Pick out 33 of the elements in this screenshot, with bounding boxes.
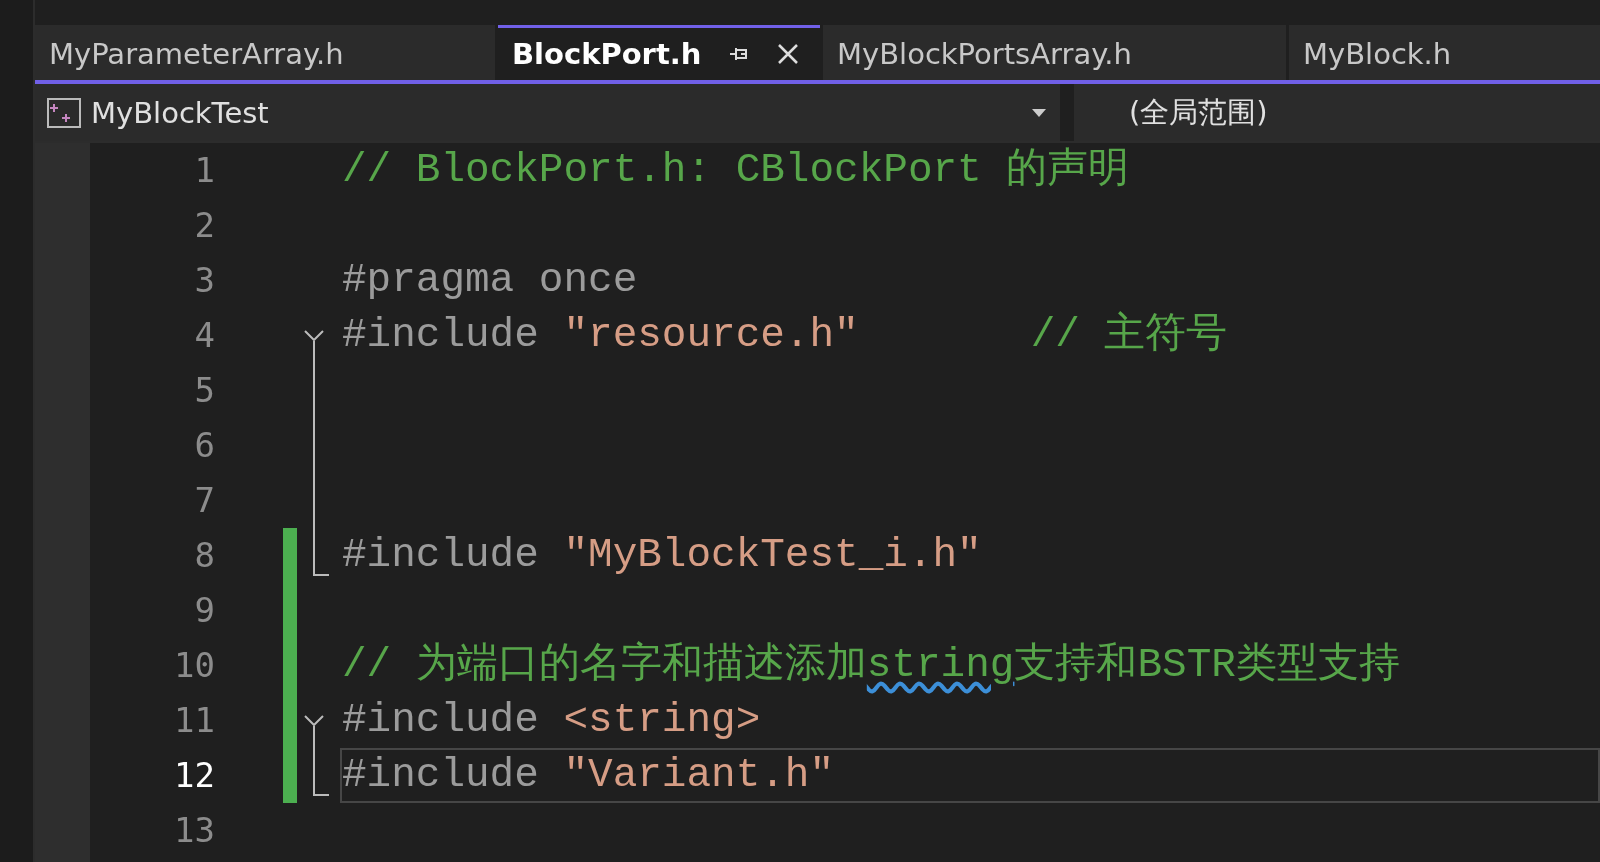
- scope-dropdown[interactable]: (全局范围): [1074, 84, 1600, 141]
- fold-chevron-icon[interactable]: [304, 715, 324, 726]
- line-number: 4: [193, 314, 215, 357]
- line-number: 10: [173, 644, 215, 687]
- fold-chevron-icon[interactable]: [304, 330, 324, 341]
- fold-end-line: [313, 528, 329, 576]
- fold-guide-line: [313, 726, 315, 748]
- code-line: #pragma once: [342, 257, 638, 303]
- line-number: 5: [193, 369, 215, 412]
- line-number: 11: [173, 699, 215, 742]
- project-icon: [47, 97, 81, 128]
- code-line: // 为端口的名字和描述添加string支持和BSTR类型支持: [342, 642, 1400, 688]
- fold-end-line: [313, 748, 329, 796]
- code-line: #include "resource.h" // 主符号: [342, 312, 1228, 358]
- file-tab[interactable]: MyParameterArray.h: [35, 25, 495, 80]
- code-line: // BlockPort.h: CBlockPort 的声明: [342, 147, 1130, 193]
- line-number: 6: [193, 424, 215, 467]
- line-number: 3: [193, 259, 215, 302]
- close-icon[interactable]: [776, 42, 800, 66]
- line-number: 2: [193, 204, 215, 247]
- line-number: 12: [173, 754, 215, 797]
- caret-icon: [1032, 108, 1046, 117]
- file-tab[interactable]: MyBlockPortsArray.h: [823, 25, 1286, 80]
- line-number: 13: [173, 809, 215, 852]
- line-number: 7: [193, 479, 215, 522]
- line-number: 1: [193, 149, 215, 192]
- line-number: 9: [193, 589, 215, 632]
- code-line: #include "Variant.h": [342, 752, 835, 798]
- code-line: #include <string>: [342, 697, 761, 743]
- project-dropdown[interactable]: MyBlockTest: [35, 84, 1060, 141]
- code-line: #include "MyBlockTest_i.h": [342, 532, 982, 578]
- file-tab[interactable]: MyBlock.h: [1289, 25, 1600, 80]
- line-number: 8: [193, 534, 215, 577]
